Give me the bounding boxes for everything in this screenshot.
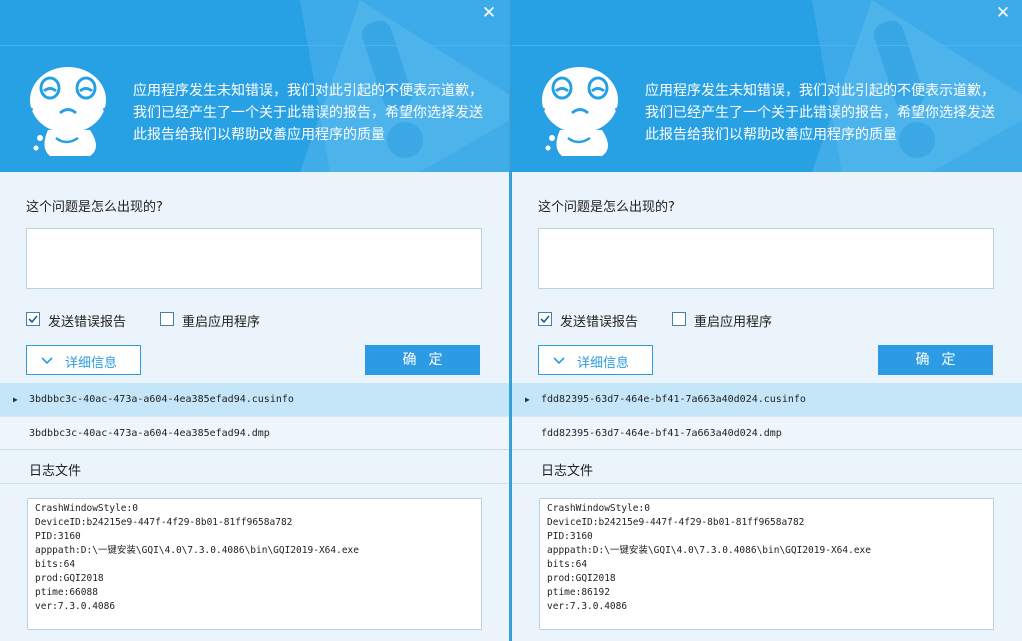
file-name: fdd82395-63d7-464e-bf41-7a663a40d024.cus… bbox=[541, 394, 806, 405]
divider bbox=[0, 449, 510, 450]
close-icon[interactable]: ✕ bbox=[480, 4, 498, 22]
file-row-cusinfo[interactable]: ▶ 3bdbbc3c-40ac-473a-a604-4ea385efad94.c… bbox=[0, 383, 510, 416]
error-report-dialog-1: ✕ 应用程序发生未知错误，我们对此引起的不便表示道歉，我们已经产生了一个关于此错… bbox=[0, 0, 510, 641]
problem-description-input[interactable] bbox=[538, 228, 994, 289]
log-line: prod:GQI2018 bbox=[35, 573, 104, 584]
log-line: apppath:D:\一键安装\GQI\4.0\7.3.0.4086\bin\G… bbox=[35, 545, 359, 556]
chevron-down-icon bbox=[41, 357, 53, 365]
problem-description-input[interactable] bbox=[26, 228, 482, 289]
log-line: bits:64 bbox=[547, 559, 588, 570]
log-line: ver:7.3.0.4086 bbox=[547, 601, 628, 612]
log-line: bits:64 bbox=[35, 559, 76, 570]
log-line: PID:3160 bbox=[547, 531, 593, 542]
log-file-title: 日志文件 bbox=[29, 464, 82, 479]
divider bbox=[512, 483, 1022, 484]
log-line: ver:7.3.0.4086 bbox=[35, 601, 116, 612]
error-message: 应用程序发生未知错误，我们对此引起的不便表示道歉，我们已经产生了一个关于此错误的… bbox=[645, 83, 995, 143]
file-row-cusinfo[interactable]: ▶ fdd82395-63d7-464e-bf41-7a663a40d024.c… bbox=[512, 383, 1022, 416]
details-button-label: 详细信息 bbox=[65, 356, 118, 371]
log-content[interactable]: CrashWindowStyle:0 DeviceID:b24215e9-447… bbox=[539, 498, 994, 630]
details-button[interactable]: 详细信息 bbox=[26, 345, 141, 375]
log-content[interactable]: CrashWindowStyle:0 DeviceID:b24215e9-447… bbox=[27, 498, 482, 630]
log-line: CrashWindowStyle:0 bbox=[547, 503, 650, 514]
restart-app-checkbox[interactable] bbox=[672, 312, 686, 326]
ok-button[interactable]: 确定 bbox=[878, 345, 993, 375]
details-button-label: 详细信息 bbox=[577, 356, 630, 371]
restart-app-checkbox[interactable] bbox=[160, 312, 174, 326]
question-label: 这个问题是怎么出现的? bbox=[26, 200, 163, 215]
selected-row-arrow-icon: ▶ bbox=[525, 395, 530, 404]
selected-row-arrow-icon: ▶ bbox=[13, 395, 18, 404]
file-row-dmp[interactable]: 3bdbbc3c-40ac-473a-a604-4ea385efad94.dmp bbox=[0, 416, 510, 449]
send-report-checkbox[interactable] bbox=[26, 312, 40, 326]
close-icon[interactable]: ✕ bbox=[994, 4, 1012, 22]
log-line: apppath:D:\一键安装\GQI\4.0\7.3.0.4086\bin\G… bbox=[547, 545, 871, 556]
header-separator bbox=[0, 45, 510, 46]
log-file-title: 日志文件 bbox=[541, 464, 594, 479]
error-report-dialog-2: ✕ 应用程序发生未知错误，我们对此引起的不便表示道歉，我们已经产生了一个关于此错… bbox=[511, 0, 1022, 641]
crying-mascot-icon bbox=[538, 67, 622, 156]
checkmark-icon bbox=[28, 315, 38, 324]
details-button[interactable]: 详细信息 bbox=[538, 345, 653, 375]
crying-mascot-icon bbox=[26, 67, 110, 156]
log-line: ptime:66088 bbox=[35, 587, 98, 598]
log-line: DeviceID:b24215e9-447f-4f29-8b01-81ff965… bbox=[35, 517, 293, 528]
error-message: 应用程序发生未知错误，我们对此引起的不便表示道歉，我们已经产生了一个关于此错误的… bbox=[133, 83, 483, 143]
checkmark-icon bbox=[540, 315, 550, 324]
file-name: 3bdbbc3c-40ac-473a-a604-4ea385efad94.dmp bbox=[29, 428, 270, 439]
ok-button[interactable]: 确定 bbox=[365, 345, 480, 375]
dialog-body: 这个问题是怎么出现的? 发送错误报告 重启应用程序 详细信息 确定 ▶ 3bdb… bbox=[0, 172, 510, 641]
log-line: DeviceID:b24215e9-447f-4f29-8b01-81ff965… bbox=[547, 517, 805, 528]
divider bbox=[512, 449, 1022, 450]
log-line: prod:GQI2018 bbox=[547, 573, 616, 584]
dialog-body: 这个问题是怎么出现的? 发送错误报告 重启应用程序 详细信息 确定 ▶ fdd8… bbox=[512, 172, 1022, 641]
file-name: fdd82395-63d7-464e-bf41-7a663a40d024.dmp bbox=[541, 428, 782, 439]
send-report-checkbox[interactable] bbox=[538, 312, 552, 326]
log-line: CrashWindowStyle:0 bbox=[35, 503, 138, 514]
dialog-header: ✕ 应用程序发生未知错误，我们对此引起的不便表示道歉，我们已经产生了一个关于此错… bbox=[512, 0, 1022, 172]
restart-app-label: 重启应用程序 bbox=[694, 315, 773, 330]
header-separator bbox=[512, 45, 1022, 46]
send-report-label: 发送错误报告 bbox=[48, 315, 127, 330]
file-name: 3bdbbc3c-40ac-473a-a604-4ea385efad94.cus… bbox=[29, 394, 294, 405]
send-report-label: 发送错误报告 bbox=[560, 315, 639, 330]
chevron-down-icon bbox=[553, 357, 565, 365]
file-row-dmp[interactable]: fdd82395-63d7-464e-bf41-7a663a40d024.dmp bbox=[512, 416, 1022, 449]
divider bbox=[0, 483, 510, 484]
dialog-header: ✕ 应用程序发生未知错误，我们对此引起的不便表示道歉，我们已经产生了一个关于此错… bbox=[0, 0, 510, 172]
question-label: 这个问题是怎么出现的? bbox=[538, 200, 675, 215]
log-line: PID:3160 bbox=[35, 531, 81, 542]
restart-app-label: 重启应用程序 bbox=[182, 315, 261, 330]
log-line: ptime:86192 bbox=[547, 587, 610, 598]
